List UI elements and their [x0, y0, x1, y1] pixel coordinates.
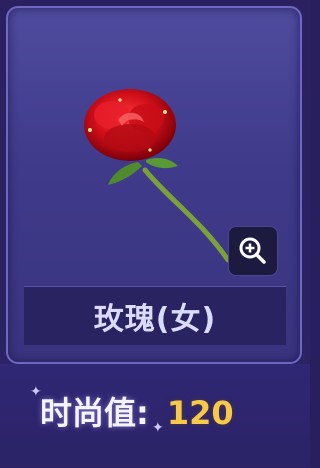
- item-name-bar: 玫瑰(女): [24, 286, 286, 345]
- fashion-value: 120: [166, 394, 234, 432]
- fashion-stat: 时尚值: 120: [40, 388, 234, 434]
- zoom-in-icon: [239, 237, 266, 264]
- rose-icon: [84, 89, 231, 263]
- fashion-label: 时尚值:: [40, 394, 149, 432]
- item-name: 玫瑰(女): [93, 302, 217, 337]
- item-detail-panel: 玫瑰(女) ✦ ✦ 时尚值: 120: [0, 0, 310, 468]
- zoom-button[interactable]: [228, 226, 278, 276]
